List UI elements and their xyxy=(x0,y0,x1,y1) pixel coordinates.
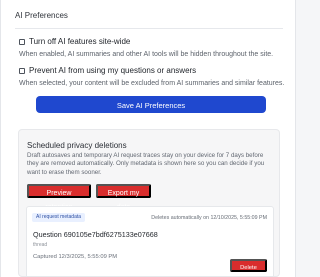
captured-time: Captured 12/3/2025, 5:55:09 PM xyxy=(33,254,118,260)
turn-off-ai-checkbox-row[interactable]: Turn off AI features site-wide xyxy=(19,37,130,46)
ai-preferences-title: AI Preferences xyxy=(15,11,68,20)
scheduled-privacy-deletions-panel: Scheduled privacy deletions Draft autosa… xyxy=(18,129,280,277)
privacy-item-card: AI request metadata Deletes automaticall… xyxy=(26,206,274,276)
turn-off-ai-checkbox[interactable] xyxy=(19,38,25,45)
privacy-title: Scheduled privacy deletions xyxy=(27,141,127,150)
section-divider xyxy=(15,28,283,29)
prevent-ai-checkbox[interactable] xyxy=(19,67,25,74)
prevent-ai-label: Prevent AI from using my questions or an… xyxy=(29,66,197,75)
prevent-ai-help: When selected, your content will be excl… xyxy=(19,80,285,87)
thread-label: thread xyxy=(33,242,48,248)
question-id: Question 690105e7bdf6275133e07668 xyxy=(33,230,158,239)
metadata-badge: AI request metadata xyxy=(32,213,86,222)
ai-preferences-page: AI Preferences Turn off AI features site… xyxy=(0,0,296,277)
preview-retention-button[interactable]: Preview retention xyxy=(27,184,91,211)
save-ai-preferences-button[interactable]: Save AI Preferences xyxy=(36,96,266,113)
turn-off-ai-label: Turn off AI features site-wide xyxy=(29,37,131,46)
auto-delete-text: Deletes automatically on 12/10/2025, 5:5… xyxy=(151,215,267,221)
ai-preferences-card: AI Preferences Turn off AI features site… xyxy=(9,0,289,113)
privacy-description: Draft autosaves and temporary AI request… xyxy=(27,152,265,176)
prevent-ai-checkbox-row[interactable]: Prevent AI from using my questions or an… xyxy=(19,66,196,75)
turn-off-ai-help: When enabled, AI summaries and other AI … xyxy=(19,51,274,58)
delete-now-button[interactable]: Delete now xyxy=(230,259,267,272)
export-my-data-button[interactable]: Export my data xyxy=(96,184,151,211)
